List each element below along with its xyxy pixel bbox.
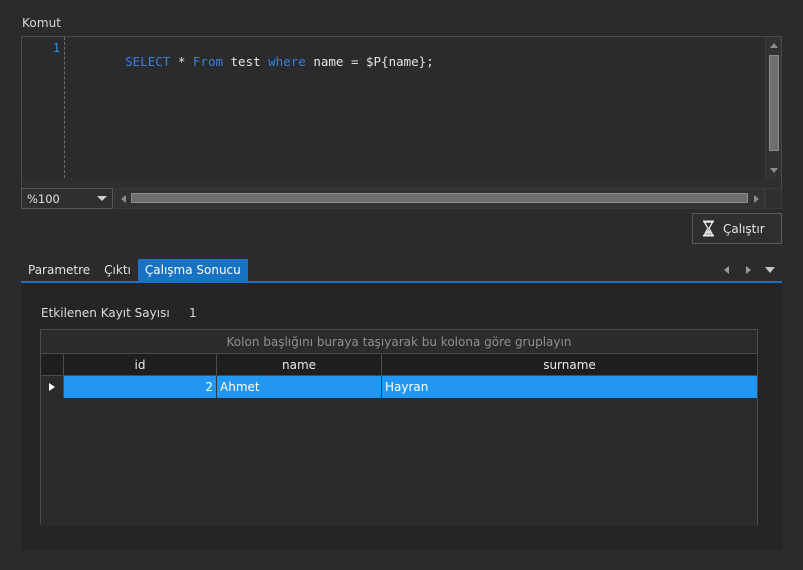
sql-token-select: SELECT	[125, 54, 171, 69]
scrollbar-corner	[765, 188, 782, 209]
tab-next-button[interactable]	[742, 263, 754, 277]
cell-surname[interactable]: Hayran	[382, 376, 757, 398]
triangle-right-icon	[753, 194, 759, 203]
cell-name[interactable]: Ahmet	[217, 376, 382, 398]
tab-calisma-sonucu[interactable]: Çalışma Sonucu	[137, 259, 248, 281]
table-row[interactable]: 2 Ahmet Hayran	[41, 376, 757, 398]
affected-records-label: Etkilenen Kayıt Sayısı	[41, 306, 170, 320]
zoom-dropdown-button[interactable]	[92, 196, 112, 201]
tab-list: Parametre Çıktı Çalışma Sonucu	[21, 259, 248, 281]
sql-token-star: *	[170, 54, 193, 69]
command-section-label: Komut	[22, 16, 62, 30]
line-number: 1	[52, 41, 60, 55]
editor-vertical-scrollbar[interactable]	[765, 37, 781, 178]
sql-code-line[interactable]: SELECT * From test where name = $P{name}…	[80, 41, 434, 83]
editor-bottom-bar: %100	[21, 178, 782, 209]
tab-navigation	[720, 259, 776, 281]
triangle-left-icon	[723, 266, 729, 274]
zoom-level-value: %100	[27, 191, 60, 206]
scroll-down-button[interactable]	[766, 163, 782, 177]
tab-prev-button[interactable]	[720, 263, 732, 277]
run-button[interactable]: Çalıştır	[692, 213, 782, 244]
triangle-down-icon	[770, 167, 778, 173]
results-grid: Kolon başlığını buraya taşıyarak bu kolo…	[40, 329, 758, 526]
tab-parametre[interactable]: Parametre	[21, 259, 97, 281]
results-tabstrip: Parametre Çıktı Çalışma Sonucu	[21, 259, 782, 283]
sql-editor-panel: 1 SELECT * From test where name = $P{nam…	[21, 36, 782, 209]
sql-token-where: where	[268, 54, 306, 69]
grid-empty-area	[41, 398, 757, 526]
grid-header-id[interactable]: id	[64, 354, 217, 375]
vertical-scrollbar-thumb[interactable]	[769, 55, 779, 151]
affected-records-value: 1	[189, 306, 197, 320]
editor-horizontal-scrollbar[interactable]	[114, 188, 765, 209]
scroll-left-button[interactable]	[116, 189, 130, 208]
cell-id[interactable]: 2	[64, 376, 217, 398]
results-panel: Etkilenen Kayıt Sayısı 1 Kolon başlığını…	[21, 283, 782, 550]
row-selector-icon	[49, 383, 55, 391]
grid-header-surname[interactable]: surname	[382, 354, 757, 375]
tab-cikti-label: Çıktı	[104, 263, 131, 277]
chevron-down-icon	[97, 196, 107, 201]
affected-records-row: Etkilenen Kayıt Sayısı 1	[41, 306, 197, 320]
grid-header-name[interactable]: name	[217, 354, 382, 375]
grid-header-row: id name surname	[41, 354, 757, 376]
scroll-right-button[interactable]	[749, 189, 763, 208]
sql-token-table: test	[223, 54, 269, 69]
editor-line-number-gutter: 1	[22, 37, 65, 178]
scroll-up-button[interactable]	[766, 38, 782, 52]
triangle-down-icon	[765, 267, 775, 273]
grid-header-gutter	[41, 354, 64, 375]
tab-cikti[interactable]: Çıktı	[97, 259, 138, 281]
sql-token-from: From	[192, 54, 223, 69]
sql-token-condition: name = $P{name};	[305, 54, 434, 69]
row-selector-cell[interactable]	[41, 376, 64, 398]
triangle-up-icon	[770, 42, 778, 48]
zoom-level-select[interactable]: %100	[21, 188, 113, 209]
tab-parametre-label: Parametre	[28, 263, 91, 277]
tab-menu-button[interactable]	[764, 263, 776, 277]
grid-group-panel[interactable]: Kolon başlığını buraya taşıyarak bu kolo…	[41, 330, 757, 354]
horizontal-scrollbar-thumb[interactable]	[131, 193, 748, 203]
triangle-left-icon	[120, 194, 126, 203]
sql-editor-area[interactable]: 1 SELECT * From test where name = $P{nam…	[22, 37, 765, 178]
triangle-right-icon	[745, 266, 751, 274]
hourglass-icon	[693, 220, 723, 237]
run-button-label: Çalıştır	[723, 221, 765, 236]
tab-calisma-sonucu-label: Çalışma Sonucu	[144, 263, 241, 277]
